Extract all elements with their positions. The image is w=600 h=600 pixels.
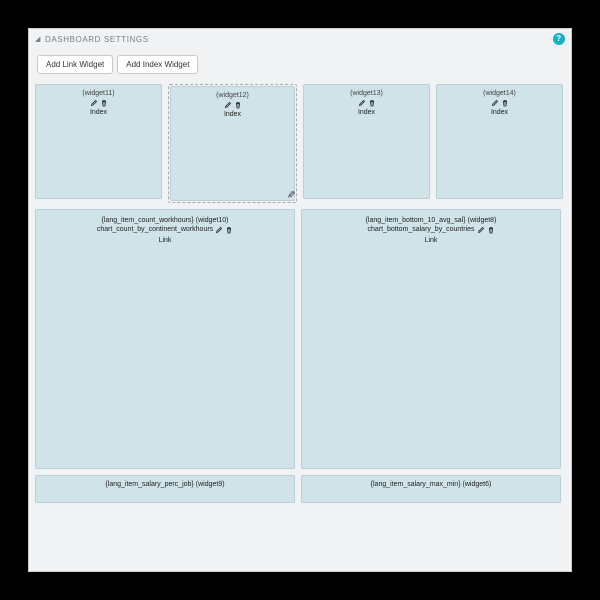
add-index-widget-button[interactable]: Add Index Widget <box>117 55 198 74</box>
widget-card[interactable]: {lang_item_salary_max_min} (widget6) <box>301 475 561 503</box>
widget-type: Index <box>358 108 375 117</box>
widget-type: Link <box>159 236 172 245</box>
delete-icon[interactable] <box>487 226 495 234</box>
widget-card[interactable]: {lang_item_count_workhours} (widget10) c… <box>35 209 295 469</box>
widget-card[interactable]: {lang_item_bottom_10_avg_sal} (widget8) … <box>301 209 561 469</box>
panel-title: DASHBOARD SETTINGS <box>45 35 149 44</box>
widget-tools <box>491 99 509 107</box>
widget-lang-label: {lang_item_salary_max_min} <box>371 480 461 489</box>
delete-icon[interactable] <box>100 99 108 107</box>
delete-icon[interactable] <box>225 226 233 234</box>
help-icon[interactable]: ? <box>553 33 565 45</box>
widget-lang-label: {lang_item_count_workhours} <box>102 216 194 225</box>
widget-lang-label: {lang_item_salary_perc_job} <box>105 480 193 489</box>
widget-card[interactable]: {lang_item_salary_perc_job} (widget9) <box>35 475 295 503</box>
delete-icon[interactable] <box>368 99 376 107</box>
widget-card[interactable]: (widget14) Index <box>436 84 563 199</box>
widget-card[interactable]: (widget12) Index <box>170 86 295 201</box>
widget-grid: (widget11) Index (widget12) Index ✎ <box>29 84 571 515</box>
widget-row: (widget11) Index (widget12) Index ✎ <box>35 84 565 203</box>
add-link-widget-button[interactable]: Add Link Widget <box>37 55 113 74</box>
widget-selection-frame: (widget12) Index ✎ <box>168 84 297 203</box>
widget-type: Index <box>90 108 107 117</box>
widget-id: (widget14) <box>483 89 516 98</box>
widget-card[interactable]: (widget11) Index <box>35 84 162 199</box>
widget-id: (widget13) <box>350 89 383 98</box>
widget-card[interactable]: (widget13) Index <box>303 84 430 199</box>
widget-id: (widget9) <box>196 480 225 489</box>
widget-id: (widget12) <box>216 91 249 100</box>
widget-id: (widget11) <box>82 89 114 98</box>
widget-subtitle: chart_count_by_continent_workhours <box>97 225 213 234</box>
widget-subtitle: chart_bottom_salary_by_countries <box>367 225 474 234</box>
widget-id: (widget10) <box>196 216 229 225</box>
widget-row: {lang_item_salary_perc_job} (widget9) {l… <box>35 475 565 503</box>
edit-icon[interactable] <box>358 99 366 107</box>
widget-type: Index <box>491 108 508 117</box>
widget-type: Link <box>425 236 438 245</box>
widget-id: (widget8) <box>468 216 497 225</box>
edit-icon[interactable] <box>477 226 485 234</box>
toolbar: Add Link Widget Add Index Widget <box>33 51 571 78</box>
edit-icon[interactable] <box>90 99 98 107</box>
widget-tools <box>90 99 108 107</box>
resize-handle-icon[interactable]: ✎ <box>284 190 295 198</box>
edit-icon[interactable] <box>224 101 232 109</box>
widget-tools <box>358 99 376 107</box>
dashboard-settings-panel: ◢ DASHBOARD SETTINGS ? Add Link Widget A… <box>28 28 572 572</box>
collapse-icon[interactable]: ◢ <box>35 35 41 43</box>
widget-lang-label: {lang_item_bottom_10_avg_sal} <box>366 216 466 225</box>
edit-icon[interactable] <box>491 99 499 107</box>
widget-type: Index <box>224 110 241 119</box>
panel-header: ◢ DASHBOARD SETTINGS ? <box>29 29 571 47</box>
widget-id: (widget6) <box>463 480 492 489</box>
delete-icon[interactable] <box>234 101 242 109</box>
widget-row: {lang_item_count_workhours} (widget10) c… <box>35 209 565 469</box>
delete-icon[interactable] <box>501 99 509 107</box>
widget-tools <box>224 101 242 109</box>
edit-icon[interactable] <box>215 226 223 234</box>
